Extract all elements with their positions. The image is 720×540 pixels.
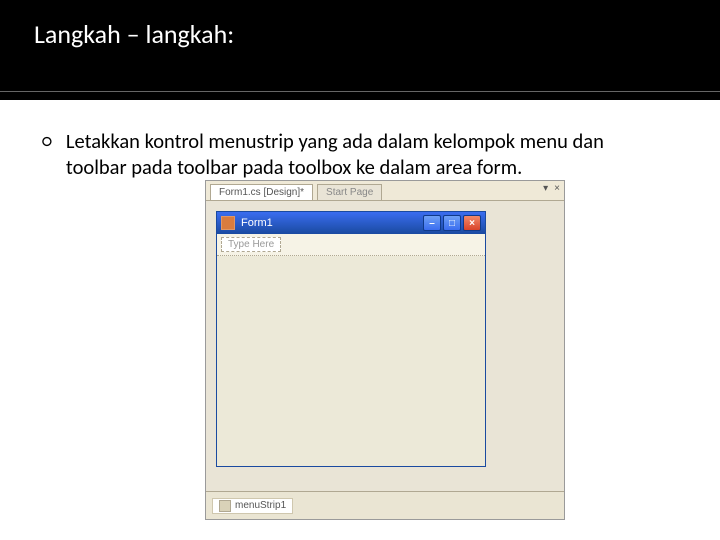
minimize-button[interactable]: – xyxy=(423,215,441,231)
menustrip[interactable]: Type Here xyxy=(217,234,485,256)
component-tray: menuStrip1 xyxy=(206,491,564,519)
winform-titlebar[interactable]: Form1 – □ × xyxy=(217,212,485,234)
close-button[interactable]: × xyxy=(463,215,481,231)
tab-form-design[interactable]: Form1.cs [Design]* xyxy=(210,184,313,200)
winform: Form1 – □ × Type Here xyxy=(216,211,486,467)
tray-item-menustrip[interactable]: menuStrip1 xyxy=(212,498,293,514)
tab-start-page[interactable]: Start Page xyxy=(317,184,382,200)
designer-surface[interactable]: Form1 – □ × Type Here xyxy=(206,201,564,467)
form-icon xyxy=(221,216,235,230)
ide-screenshot: Form1.cs [Design]* Start Page ▾ × Form1 … xyxy=(205,180,565,520)
menustrip-type-here[interactable]: Type Here xyxy=(221,237,281,252)
tray-item-label: menuStrip1 xyxy=(235,500,286,511)
winform-title-text: Form1 xyxy=(241,217,273,229)
header-divider xyxy=(0,91,720,92)
maximize-button[interactable]: □ xyxy=(443,215,461,231)
slide-title: Langkah – langkah: xyxy=(0,0,720,91)
bullet-text: Letakkan kontrol menustrip yang ada dala… xyxy=(66,128,646,180)
menustrip-icon xyxy=(219,500,231,512)
document-tabs: Form1.cs [Design]* Start Page ▾ × xyxy=(206,181,564,201)
winform-client-area[interactable] xyxy=(217,256,485,466)
tab-dropdown-icon[interactable]: ▾ xyxy=(543,183,548,194)
tab-close-icon[interactable]: × xyxy=(554,183,560,194)
bullet-icon: ○ xyxy=(42,128,52,180)
